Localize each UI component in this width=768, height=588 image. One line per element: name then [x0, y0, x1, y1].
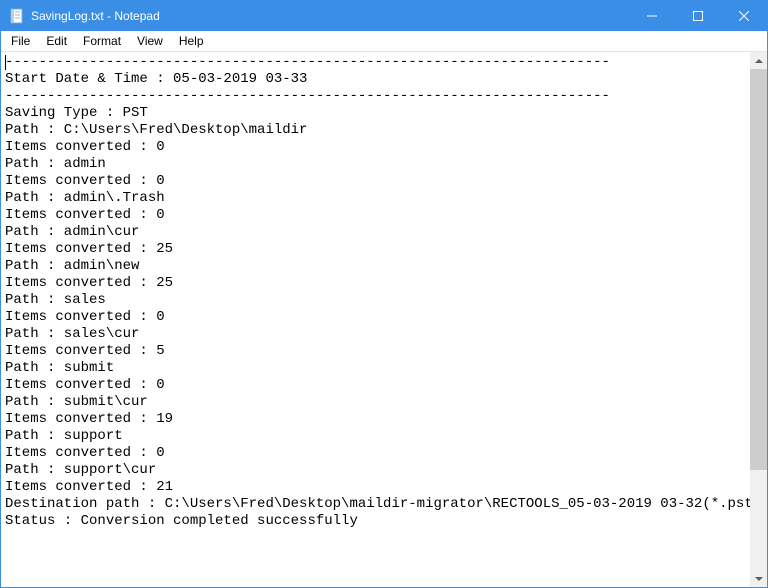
- menu-file[interactable]: File: [3, 32, 38, 50]
- content-area: ----------------------------------------…: [1, 52, 767, 587]
- scroll-down-arrow[interactable]: [750, 570, 767, 587]
- close-button[interactable]: [721, 1, 767, 31]
- chevron-down-icon: [755, 577, 763, 581]
- menu-help[interactable]: Help: [171, 32, 212, 50]
- menu-format[interactable]: Format: [75, 32, 129, 50]
- scroll-thumb[interactable]: [750, 69, 767, 470]
- titlebar[interactable]: SavingLog.txt - Notepad: [1, 1, 767, 31]
- vertical-scrollbar[interactable]: [750, 52, 767, 587]
- minimize-button[interactable]: [629, 1, 675, 31]
- notepad-window: SavingLog.txt - Notepad File Edit Format…: [0, 0, 768, 588]
- menu-edit[interactable]: Edit: [38, 32, 75, 50]
- maximize-button[interactable]: [675, 1, 721, 31]
- scroll-up-arrow[interactable]: [750, 52, 767, 69]
- close-icon: [739, 11, 749, 21]
- window-controls: [629, 1, 767, 31]
- maximize-icon: [693, 11, 703, 21]
- notepad-icon: [9, 8, 25, 24]
- text-editor[interactable]: ----------------------------------------…: [1, 52, 750, 587]
- scroll-track[interactable]: [750, 69, 767, 570]
- chevron-up-icon: [755, 59, 763, 63]
- window-title: SavingLog.txt - Notepad: [31, 9, 629, 23]
- menu-view[interactable]: View: [129, 32, 171, 50]
- menubar: File Edit Format View Help: [1, 31, 767, 52]
- minimize-icon: [647, 11, 657, 21]
